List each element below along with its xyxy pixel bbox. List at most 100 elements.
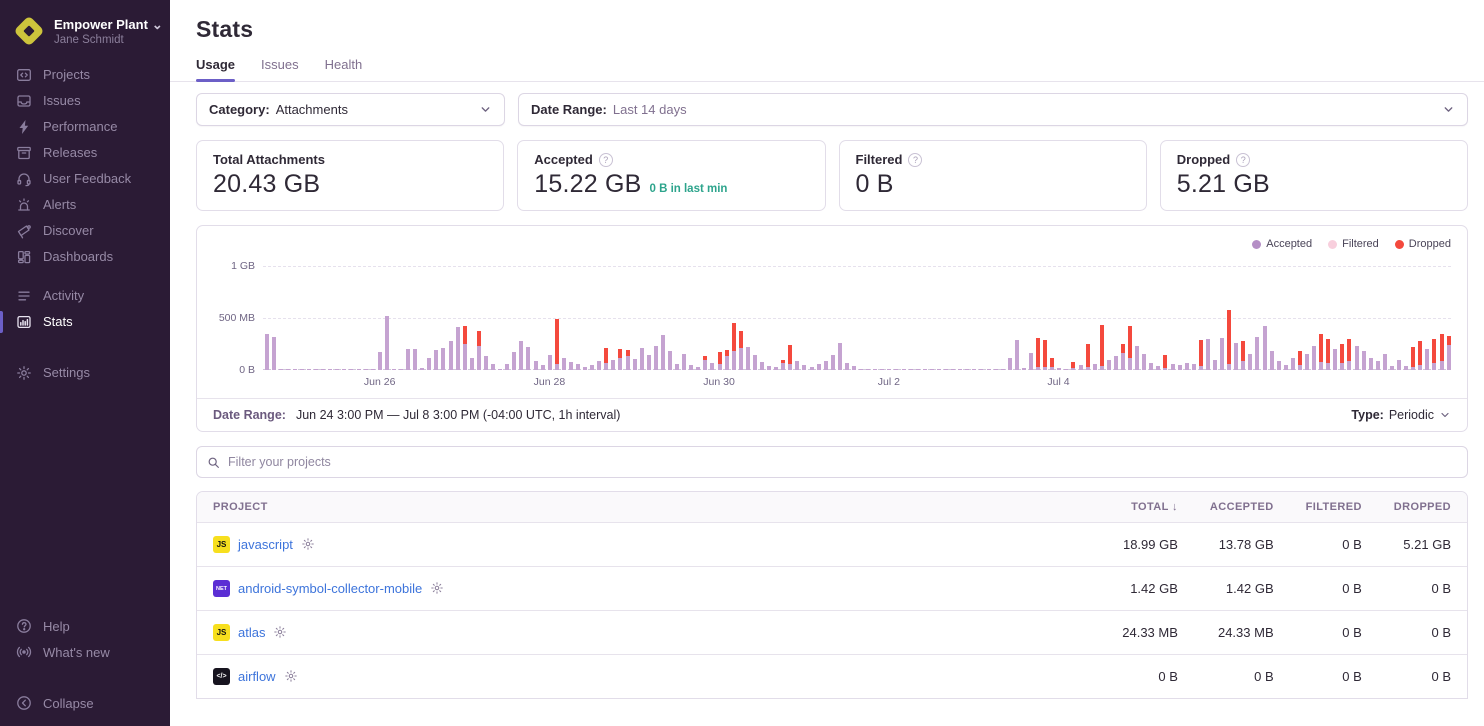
project-settings-gear-icon[interactable] [273, 625, 287, 641]
sidebar-item-alerts[interactable]: Alerts [0, 192, 170, 218]
sidebar-item-performance[interactable]: Performance [0, 114, 170, 140]
chart-bar [914, 266, 921, 370]
sidebar-item-discover[interactable]: Discover [0, 218, 170, 244]
chart-bar [808, 266, 815, 370]
legend-item-accepted[interactable]: Accepted [1252, 238, 1312, 250]
chart-bar [567, 266, 574, 370]
chart-bar [1438, 266, 1445, 370]
project-link[interactable]: airflow [238, 669, 276, 684]
chart-bar [1006, 266, 1013, 370]
legend-label: Filtered [1342, 238, 1379, 250]
sidebar-item-whats-new[interactable]: What's new [0, 639, 170, 665]
chart-bar [298, 266, 305, 370]
daterange-select[interactable]: Date Range: Last 14 days [518, 93, 1468, 126]
legend-label: Accepted [1266, 238, 1312, 250]
sidebar-item-stats[interactable]: Stats [0, 309, 170, 335]
chart-bar [1410, 266, 1417, 370]
sidebar-item-releases[interactable]: Releases [0, 140, 170, 166]
project-search-input[interactable] [228, 455, 1457, 469]
chart-bar [1247, 266, 1254, 370]
chart-bar [1303, 266, 1310, 370]
chart-bar [1056, 266, 1063, 370]
chart-bar [1211, 266, 1218, 370]
chart-bar [964, 266, 971, 370]
chart-bar [440, 266, 447, 370]
chart-bar [702, 266, 709, 370]
x-axis-tick: Jun 30 [703, 376, 735, 388]
app-root: Empower Plant⌄ Jane Schmidt ProjectsIssu… [0, 0, 1484, 726]
sidebar-item-projects[interactable]: Projects [0, 62, 170, 88]
chart-area: 1 GB500 MB0 B [213, 266, 1451, 370]
chart-bar [603, 266, 610, 370]
tab-issues[interactable]: Issues [261, 57, 299, 81]
column-header-dropped[interactable]: DROPPED [1378, 492, 1467, 523]
chart-bar [999, 266, 1006, 370]
table-row: JSatlas24.33 MB24.33 MB0 B0 B [197, 611, 1467, 655]
project-link[interactable]: atlas [238, 625, 265, 640]
info-icon[interactable]: ? [908, 153, 922, 167]
issues-icon [15, 92, 32, 109]
chart-bar [589, 266, 596, 370]
legend-item-dropped[interactable]: Dropped [1395, 238, 1451, 250]
project-settings-gear-icon[interactable] [430, 581, 444, 597]
column-header-label: DROPPED [1394, 501, 1451, 513]
chart-bar [1169, 266, 1176, 370]
sidebar-item-dashboards[interactable]: Dashboards [0, 244, 170, 270]
chart-bar [610, 266, 617, 370]
table-row: </>airflow0 B0 B0 B0 B [197, 655, 1467, 699]
chart-bar [1204, 266, 1211, 370]
y-axis-tick: 500 MB [219, 312, 255, 324]
org-switcher[interactable]: Empower Plant⌄ Jane Schmidt [0, 14, 170, 62]
chart-bar [1027, 266, 1034, 370]
tab-health[interactable]: Health [325, 57, 363, 81]
chart-type-select[interactable]: Type: Periodic [1351, 408, 1451, 422]
stat-card-value: 15.22 GB [534, 170, 641, 199]
sort-desc-icon: ↓ [1169, 501, 1178, 513]
info-icon[interactable]: ? [1236, 153, 1250, 167]
project-settings-gear-icon[interactable] [301, 537, 315, 553]
chart-bar [723, 266, 730, 370]
chart-bar [1318, 266, 1325, 370]
chart-bar [985, 266, 992, 370]
chart-bar [1381, 266, 1388, 370]
chart-bar [766, 266, 773, 370]
info-icon[interactable]: ? [599, 153, 613, 167]
chart-bar [1020, 266, 1027, 370]
column-header-total[interactable]: TOTAL ↓ [1084, 492, 1194, 523]
chart-x-axis: Jun 26Jun 28Jun 30Jul 2Jul 4 [263, 370, 1451, 392]
sidebar-item-issues[interactable]: Issues [0, 88, 170, 114]
chart-bar [454, 266, 461, 370]
chart-bar [794, 266, 801, 370]
sidebar-item-activity[interactable]: Activity [0, 283, 170, 309]
project-settings-gear-icon[interactable] [284, 669, 298, 685]
chart-bar [1374, 266, 1381, 370]
chart-bar [865, 266, 872, 370]
chart-bar [1162, 266, 1169, 370]
project-link[interactable]: javascript [238, 537, 293, 552]
page-header: Stats UsageIssuesHealth [170, 0, 1484, 82]
column-header-accepted[interactable]: ACCEPTED [1194, 492, 1290, 523]
sidebar-item-label: Activity [43, 288, 84, 303]
sidebar-item-settings[interactable]: Settings [0, 360, 170, 386]
chart-bar [992, 266, 999, 370]
chart-bar [504, 266, 511, 370]
sidebar-item-user-feedback[interactable]: User Feedback [0, 166, 170, 192]
sidebar-item-collapse[interactable]: Collapse [0, 690, 170, 716]
chart-bar [943, 266, 950, 370]
column-header-filtered[interactable]: FILTERED [1290, 492, 1378, 523]
legend-item-filtered[interactable]: Filtered [1328, 238, 1379, 250]
category-select[interactable]: Category: Attachments [196, 93, 505, 126]
chart-bar [801, 266, 808, 370]
cell-dropped: 0 B [1378, 655, 1467, 699]
project-link[interactable]: android-symbol-collector-mobile [238, 581, 422, 596]
chart-bar [596, 266, 603, 370]
column-header-project[interactable]: PROJECT [197, 492, 1084, 523]
chart-bar [1219, 266, 1226, 370]
chart-type-value: Periodic [1389, 408, 1434, 422]
category-value: Attachments [276, 102, 348, 117]
tab-usage[interactable]: Usage [196, 57, 235, 81]
chart-bar [1197, 266, 1204, 370]
chart-bar [1042, 266, 1049, 370]
chart-bar [511, 266, 518, 370]
sidebar-item-help[interactable]: Help [0, 613, 170, 639]
